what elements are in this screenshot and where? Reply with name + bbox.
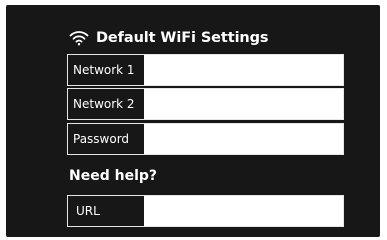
network-1-label: Network 1 [73,63,135,77]
wifi-icon [69,30,89,46]
url-label: URL [76,204,100,218]
url-field: URL [67,195,344,227]
settings-header: Default WiFi Settings [69,28,269,48]
password-label: Password [73,132,130,146]
network-2-label: Network 2 [73,97,135,111]
url-input[interactable] [144,196,343,226]
network-2-field: Network 2 [67,88,344,120]
network-2-input[interactable] [144,89,343,119]
network-1-input[interactable] [144,55,343,85]
settings-title: Default WiFi Settings [96,30,269,46]
password-input[interactable] [144,124,343,154]
network-1-field: Network 1 [67,54,344,86]
password-field: Password [67,123,344,155]
need-help-heading: Need help? [69,168,158,184]
